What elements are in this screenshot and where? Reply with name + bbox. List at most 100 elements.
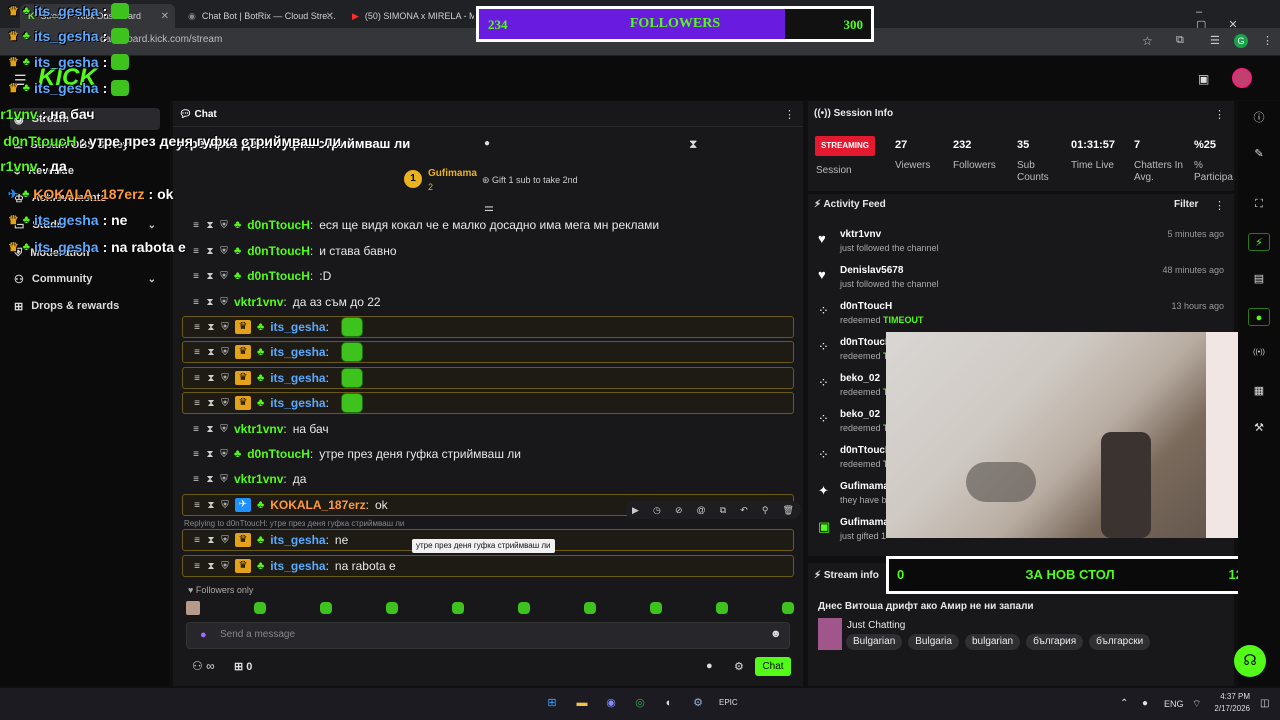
bookmark-star-icon[interactable]: ☆ xyxy=(1142,34,1153,48)
chat-username[interactable]: vktr1vnv xyxy=(234,422,283,436)
shield-icon[interactable]: ⛨ xyxy=(221,322,229,333)
browser-menu-icon[interactable]: ⋮ xyxy=(1262,34,1273,47)
stream-tag[interactable]: bulgarian xyxy=(964,634,1021,650)
feed-username[interactable]: d0nTtoucH xyxy=(840,337,892,348)
filter-icon[interactable]: ⚌ xyxy=(484,201,494,214)
shield-icon[interactable]: ⛨ xyxy=(221,500,229,511)
shield-icon[interactable]: ⛨ xyxy=(220,246,228,257)
play-icon[interactable]: ▶ xyxy=(632,505,639,516)
file-explorer-icon[interactable]: ▬ xyxy=(573,694,591,712)
hourglass-icon[interactable]: ⧗ xyxy=(207,322,215,333)
layout-icon[interactable]: ▦ xyxy=(1248,382,1270,400)
clock-icon[interactable]: ◷ xyxy=(653,505,661,516)
emote-icon[interactable] xyxy=(782,602,794,614)
shield-icon[interactable]: ⛨ xyxy=(220,474,228,485)
session-menu-icon[interactable]: ⋮ xyxy=(1214,108,1225,121)
hourglass-icon[interactable]: ⧗ xyxy=(207,347,215,358)
gifter-name[interactable]: Gufimama xyxy=(428,168,477,179)
chat-username[interactable]: its_gesha xyxy=(270,396,325,410)
filter-button[interactable]: Filter xyxy=(1174,199,1198,210)
menu-lines-icon[interactable]: ≡ xyxy=(192,220,200,231)
copy-icon[interactable]: ⧉ xyxy=(720,505,726,516)
feed-username[interactable]: Gufimama xyxy=(840,517,889,528)
hourglass-icon[interactable]: ⧗ xyxy=(689,137,697,152)
hourglass-icon[interactable]: ⧗ xyxy=(207,398,215,409)
chat-username[interactable]: its_gesha xyxy=(270,533,325,547)
chat-username[interactable]: its_gesha xyxy=(270,320,325,334)
user-avatar[interactable] xyxy=(1232,68,1252,88)
wrench-icon[interactable]: ⚒ xyxy=(1248,419,1270,437)
notification-icon[interactable]: ◫ xyxy=(1260,698,1269,709)
chat-menu-icon[interactable]: ⋮ xyxy=(784,108,795,121)
menu-lines-icon[interactable]: ≡ xyxy=(193,347,201,358)
support-headset-icon[interactable]: ☊ xyxy=(1234,645,1266,677)
mic-tray-icon[interactable]: ● xyxy=(1142,698,1148,709)
feed-username[interactable]: d0nTtoucH xyxy=(840,301,892,312)
obs-icon[interactable]: ◐ xyxy=(660,694,678,712)
feed-username[interactable]: d0nTtoucH xyxy=(840,445,892,456)
chat-username[interactable]: its_gesha xyxy=(270,371,325,385)
pin-icon[interactable]: ⚲ xyxy=(762,505,769,516)
chat-message[interactable]: ≡ ⧗ ⛨ vktr1vnv: да аз съм до 22 xyxy=(182,291,794,313)
chat-username[interactable]: d0nTtoucH xyxy=(247,447,310,461)
menu-lines-icon[interactable]: ≡ xyxy=(192,297,200,308)
browser-tab[interactable]: ◉ Chat Bot | BotRix — Cloud Stre… ✕ xyxy=(180,4,340,28)
close-icon[interactable]: ✕ xyxy=(326,11,334,22)
chat-message[interactable]: ≡ ⧗ ⛨ ♣ d0nTtoucH: еся ще видя кокал че е мал… xyxy=(182,214,794,236)
stream-tag[interactable]: български xyxy=(1089,634,1151,650)
shield-icon[interactable]: ⛨ xyxy=(221,347,229,358)
emote-icon[interactable] xyxy=(518,602,530,614)
reply-icon[interactable]: ↶ xyxy=(740,505,748,516)
hourglass-icon[interactable]: ⧗ xyxy=(206,246,214,257)
browser-tab[interactable]: ▶ (50) SIMONA x MIRELA - M… xyxy=(344,4,474,28)
chat-settings-bubble-icon[interactable]: ● xyxy=(706,660,713,672)
hourglass-icon[interactable]: ⧗ xyxy=(207,535,215,546)
sidebar-item-community[interactable]: ⚇ Community ⌄ xyxy=(10,268,160,290)
hourglass-icon[interactable]: ⧗ xyxy=(206,220,214,231)
chat-message[interactable]: ≡ ⧗ ⛨ ♛ ♣ its_gesha: xyxy=(182,341,794,363)
chat-username[interactable]: KOKALA_187erz xyxy=(270,498,365,512)
chat-username[interactable]: its_gesha xyxy=(270,559,325,573)
chat-message[interactable]: ≡ ⧗ ⛨ ♣ d0nTtoucH: и става бавно xyxy=(182,240,794,262)
clock-time[interactable]: 4:37 PM xyxy=(1210,692,1250,701)
chrome-icon[interactable]: ◎ xyxy=(631,694,649,712)
close-icon[interactable]: ✕ xyxy=(161,11,169,22)
user-avatar[interactable] xyxy=(186,601,200,615)
shield-icon[interactable]: ⛨ xyxy=(220,271,228,282)
menu-lines-icon[interactable]: ≡ xyxy=(193,398,201,409)
hourglass-icon[interactable]: ⧗ xyxy=(207,561,215,572)
hourglass-icon[interactable]: ⧗ xyxy=(206,424,214,435)
stream-tag[interactable]: Bulgaria xyxy=(908,634,959,650)
chat-message[interactable]: ≡ ⧗ ⛨ ♛ ♣ its_gesha: xyxy=(182,392,794,414)
chat-username[interactable]: d0nTtoucH xyxy=(247,269,310,283)
shield-icon[interactable]: ⛨ xyxy=(221,535,229,546)
feed-username[interactable]: beko_02 xyxy=(840,409,880,420)
at-icon[interactable]: @ xyxy=(697,505,706,515)
emote-icon[interactable] xyxy=(650,602,662,614)
shield-icon[interactable]: ⛨ xyxy=(220,297,228,308)
menu-lines-icon[interactable]: ≡ xyxy=(193,373,201,384)
bolt-icon[interactable]: ⚡︎ xyxy=(1248,233,1270,251)
steam-icon[interactable]: ⚙ xyxy=(689,694,707,712)
menu-lines-icon[interactable]: ≡ xyxy=(193,500,201,511)
chat-message[interactable]: ≡ ⧗ ⛨ vktr1vnv: да xyxy=(182,468,794,490)
infinite-points[interactable]: ⚇ ∞ xyxy=(192,659,215,673)
gear-icon[interactable]: ⚙ xyxy=(734,660,744,673)
chat-username[interactable]: d0nTtoucH xyxy=(247,244,310,258)
feed-username[interactable]: Denislav5678 xyxy=(840,265,903,276)
shield-icon[interactable]: ⛨ xyxy=(220,220,228,231)
epic-games-icon[interactable]: EPIC xyxy=(719,694,738,712)
chat-bubble-icon[interactable]: ● xyxy=(484,138,490,149)
shield-icon[interactable]: ⛨ xyxy=(220,449,228,460)
menu-lines-icon[interactable]: ≡ xyxy=(193,535,201,546)
ban-icon[interactable]: ⊘ xyxy=(675,505,683,516)
feed-username[interactable]: vktr1vnv xyxy=(840,229,881,240)
menu-lines-icon[interactable]: ≡ xyxy=(192,424,200,435)
hourglass-icon[interactable]: ⧗ xyxy=(206,449,214,460)
doc-icon[interactable]: ▤ xyxy=(1248,270,1270,288)
reading-list-icon[interactable]: ☰ xyxy=(1210,34,1220,47)
chat-message[interactable]: ≡ ⧗ ⛨ vktr1vnv: на бач xyxy=(182,418,794,440)
chat-username[interactable]: d0nTtoucH xyxy=(247,218,310,232)
emote-icon[interactable] xyxy=(320,602,332,614)
feed-username[interactable]: Gufimama xyxy=(840,481,889,492)
